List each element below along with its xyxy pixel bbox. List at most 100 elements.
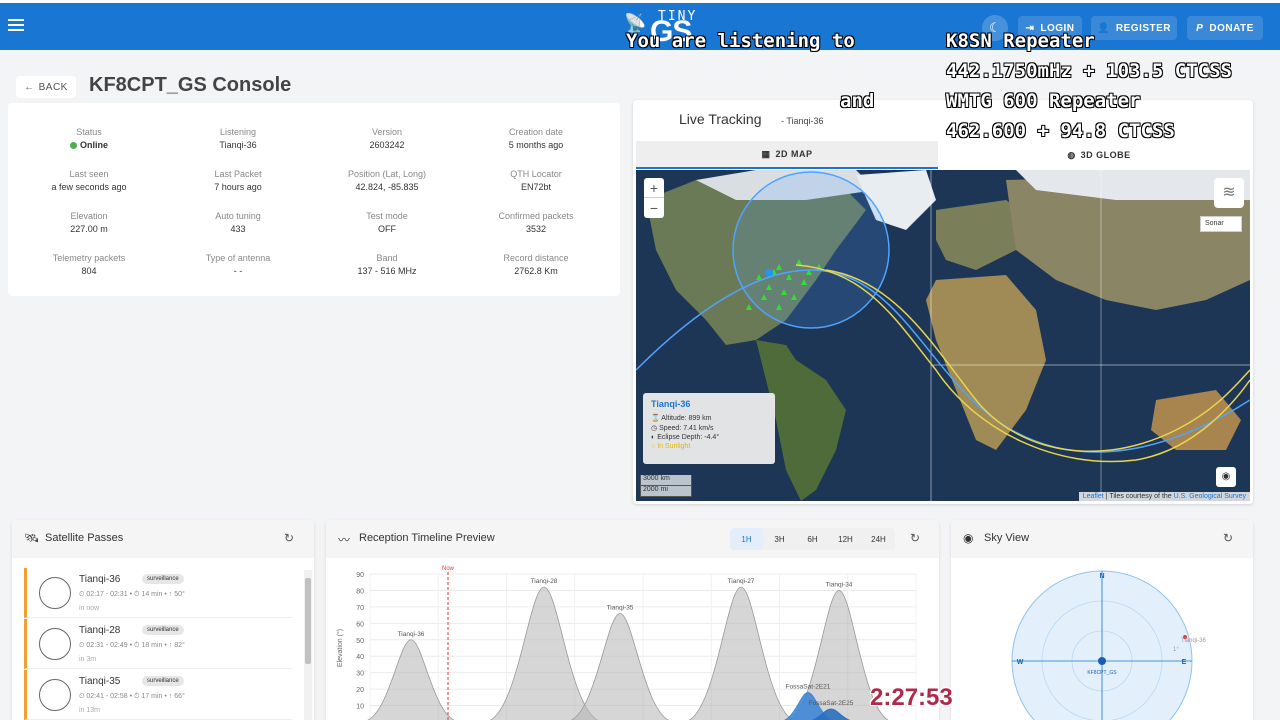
layers-icon[interactable]: ≋	[1214, 178, 1244, 208]
series-label: FossaSat-2E21	[786, 683, 831, 690]
info-last-seen: Last seen a few seconds ago	[51, 169, 127, 192]
category-badge: surveillance	[142, 676, 184, 686]
zoom-control: + −	[644, 178, 664, 218]
list-item[interactable]: Tianqi-35 surveillance ⏲ 02:41 - 02:58 •…	[24, 670, 292, 720]
passes-title: Satellite Passes	[45, 532, 124, 544]
range-1h-button[interactable]: 1H	[730, 528, 763, 550]
y-tick-label: 70	[356, 605, 364, 612]
info-qth-locator: QTH Locator EN72bt	[510, 169, 562, 192]
map-tabs: ▦ 2D MAP ◍ 3D GLOBE	[636, 141, 1250, 169]
info-position: Position (Lat, Long) 42.824, -85.835	[347, 169, 427, 192]
overlay-freq-2: 462.600 + 94.8 CTCSS	[946, 120, 1175, 142]
sky-view-panel: ◉ Sky View ↻ N E W KF8CPT_GS Tianqi-36 1…	[951, 520, 1253, 720]
tracking-subtitle: - Tianqi-36	[781, 116, 824, 126]
scale-km: 3000 km	[640, 475, 692, 486]
info-last-packet: Last Packet 7 hours ago	[214, 169, 262, 192]
y-tick-label: 10	[356, 704, 364, 711]
refresh-icon[interactable]: ↻	[1223, 531, 1233, 545]
sky-north-label: N	[1099, 573, 1104, 580]
sky-satellite-label: Tianqi-36	[1181, 638, 1206, 644]
range-24h-button[interactable]: 24H	[862, 528, 895, 550]
tab-2d-map[interactable]: ▦ 2D MAP	[636, 141, 938, 169]
info-version: Version 2603242	[369, 127, 405, 150]
eye-icon: ◉	[963, 531, 974, 545]
series-label: Tianqi-35	[607, 604, 634, 611]
elevation-chart: 0102030405060708090Elevation (°)Tianqi-3…	[336, 566, 917, 720]
tracking-title: Live Tracking	[679, 111, 762, 127]
overlay-listening-text: You are listening to	[626, 30, 855, 52]
register-button[interactable]: 👤 REGISTER	[1091, 16, 1177, 40]
zoom-in-button[interactable]: +	[644, 178, 664, 198]
y-axis-label: Elevation (°)	[336, 629, 344, 667]
menu-icon[interactable]	[8, 17, 24, 33]
y-tick-label: 50	[356, 638, 364, 645]
online-dot-icon	[69, 142, 77, 149]
series-label: Tianqi-34	[826, 581, 853, 588]
passes-scrollbar[interactable]	[304, 570, 312, 720]
category-badge: surveillance	[142, 574, 184, 584]
refresh-icon[interactable]: ↻	[910, 531, 920, 545]
satellite-icon: 🛰	[24, 531, 40, 545]
info-listening: Listening Tianqi-36	[219, 127, 257, 150]
info-confirmed-packets: Confirmed packets 3532	[498, 211, 574, 234]
leaflet-link[interactable]: Leaflet	[1083, 493, 1104, 500]
live-tracking-card: Live Tracking - Tianqi-36 ▦ 2D MAP ◍ 3D GL…	[633, 100, 1253, 504]
info-elevation: Elevation 227.00 m	[70, 211, 108, 234]
refresh-icon[interactable]: ↻	[284, 531, 294, 545]
y-tick-label: 20	[356, 687, 364, 694]
series-label: Tianqi-27	[728, 578, 755, 585]
reception-timeline-panel: 〰 Reception Timeline Preview 1H 3H 6H 12…	[326, 520, 939, 720]
scrollbar-thumb[interactable]	[305, 578, 311, 664]
trending-line-icon: 〰	[338, 533, 351, 547]
series-area-tianqi-36	[367, 639, 455, 720]
satellite-popup: Tianqi-36 ⌛ Altitude: 899 km ◷ Speed: 7.…	[643, 393, 775, 464]
info-antenna-type: Type of antenna - -	[205, 253, 271, 276]
back-button[interactable]: ← BACK	[16, 76, 76, 98]
y-tick-label: 90	[356, 572, 364, 579]
range-3h-button[interactable]: 3H	[763, 528, 796, 550]
overlay-and: and	[840, 90, 875, 112]
list-item[interactable]: Tianqi-28 surveillance ⏲ 02:31 - 02:49 •…	[24, 619, 292, 669]
info-status: Status Online	[9, 127, 169, 150]
range-6h-button[interactable]: 6H	[796, 528, 829, 550]
series-label: FossaSat-2E25	[809, 700, 854, 707]
map-attribution: Leaflet | Tiles courtesy of the U.S. Geo…	[1078, 492, 1250, 501]
scale-mi: 2000 mi	[640, 486, 692, 497]
sky-west-label: W	[1017, 659, 1024, 666]
eclipse-icon: ◐	[651, 434, 656, 441]
series-label: Tianqi-36	[398, 631, 425, 638]
donate-button[interactable]: P DONATE	[1187, 16, 1263, 40]
zoom-out-button[interactable]: −	[644, 198, 664, 218]
altitude-icon: ⌛	[651, 415, 660, 422]
overlay-repeater-1: K8SN Repeater	[946, 30, 1095, 52]
y-tick-label: 60	[356, 621, 364, 628]
sky-view-polar: N E W KF8CPT_GS Tianqi-36 1°	[1011, 570, 1206, 720]
overlay-repeater-2: WMTG 600 Repeater	[946, 90, 1141, 112]
map-icon: ▦	[761, 148, 771, 159]
sky-station-label: KF8CPT_GS	[1087, 670, 1117, 676]
sky-east-label: E	[1182, 659, 1187, 666]
info-auto-tuning: Auto tuning 433	[215, 211, 261, 234]
range-12h-button[interactable]: 12H	[829, 528, 862, 550]
tab-3d-globe[interactable]: ◍ 3D GLOBE	[948, 141, 1250, 169]
info-band: Band 137 - 516 MHz	[357, 253, 417, 276]
timeline-title: Reception Timeline Preview	[359, 532, 495, 544]
now-label: Now	[442, 566, 455, 572]
locate-icon[interactable]: ◉	[1216, 467, 1236, 487]
pass-globe-icon	[39, 679, 71, 711]
list-item[interactable]: Tianqi-36 surveillance ⏲ 02:17 - 02:31 •…	[24, 568, 292, 618]
stream-timer: 2:27:53	[870, 684, 953, 711]
time-range-selector: 1H 3H 6H 12H 24H	[730, 528, 895, 550]
satellite-passes-panel: 🛰 Satellite Passes ↻ Tianqi-36 surveilla…	[12, 520, 314, 720]
layer-select[interactable]: Sonar	[1200, 216, 1242, 232]
popup-satellite-name: Tianqi-36	[651, 399, 691, 409]
speed-icon: ◷	[651, 425, 658, 432]
paypal-icon: P	[1196, 22, 1204, 34]
sky-satellite-elevation: 1°	[1173, 647, 1179, 653]
globe-icon: ◍	[1067, 149, 1076, 160]
world-map[interactable]: + − ≋ Sonar Tianqi-36 ⌛ Altitude: 899 km…	[636, 170, 1250, 501]
usgs-link[interactable]: U.S. Geological Survey	[1174, 493, 1246, 500]
sun-icon: ○	[651, 443, 656, 450]
pass-globe-icon	[39, 577, 71, 609]
y-tick-label: 40	[356, 654, 364, 661]
